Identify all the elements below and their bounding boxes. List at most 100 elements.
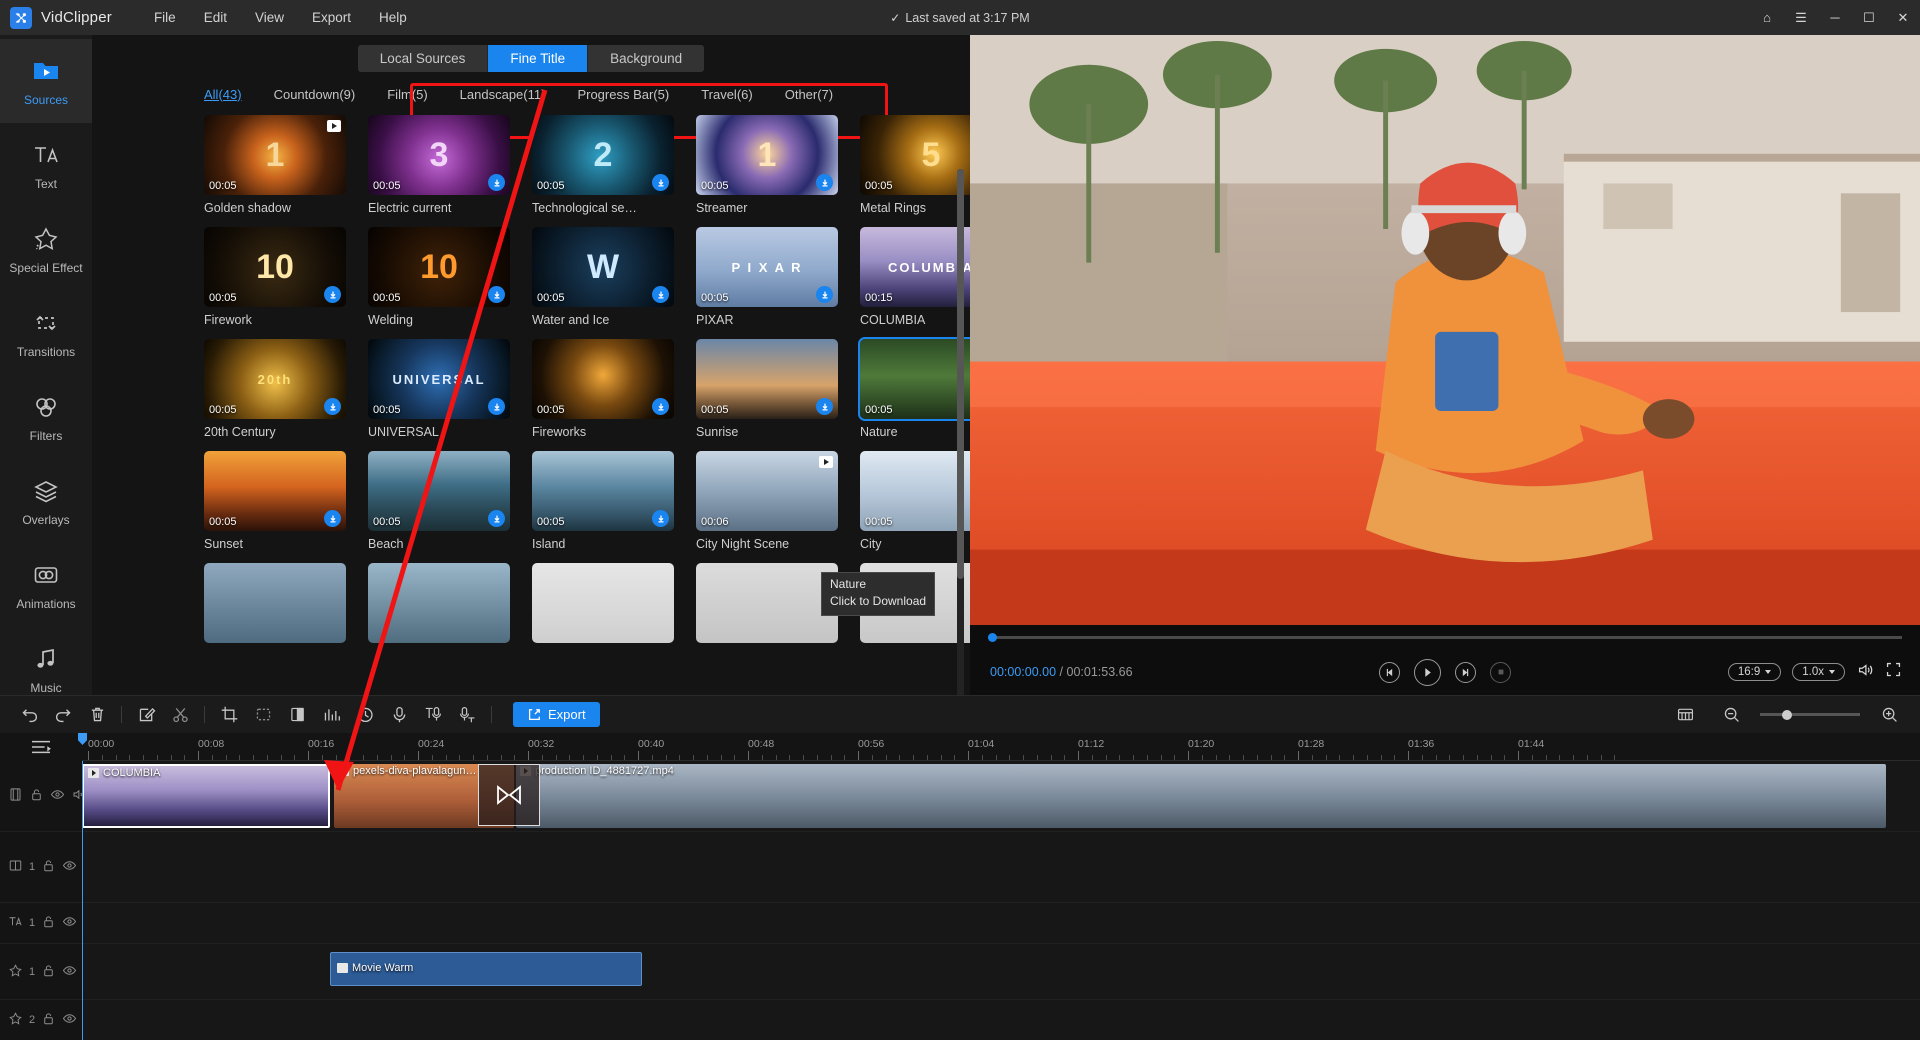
template-card[interactable]: 00:05 Sunset [204, 451, 346, 551]
track-lane[interactable]: Movie Warm [82, 944, 1920, 999]
unlock-icon[interactable] [41, 858, 56, 876]
download-icon[interactable] [652, 174, 669, 191]
hamburger-menu-icon[interactable]: ☰ [1784, 0, 1818, 35]
step-backward-icon[interactable] [1379, 661, 1400, 683]
template-thumbnail[interactable]: 5 00:05 [860, 115, 970, 195]
track-lane[interactable] [82, 832, 1920, 902]
category-landscape[interactable]: Landscape(11) [460, 87, 546, 102]
menu-view[interactable]: View [241, 6, 298, 29]
edit-button[interactable] [129, 700, 163, 730]
preview-play-badge-icon[interactable] [819, 456, 833, 468]
category-countdown[interactable]: Countdown(9) [274, 87, 356, 102]
mask-button[interactable] [246, 700, 280, 730]
undo-button[interactable] [12, 700, 46, 730]
template-thumbnail[interactable]: 00:05 [858, 337, 970, 421]
category-travel[interactable]: Travel(6) [701, 87, 753, 102]
template-card[interactable]: 00:06 City Night Scene [696, 451, 838, 551]
template-thumbnail[interactable]: W 00:05 [532, 227, 674, 307]
speech-to-text-button[interactable] [450, 700, 484, 730]
menu-export[interactable]: Export [298, 6, 365, 29]
zoom-in-button[interactable] [1872, 700, 1906, 730]
timeline-clip[interactable]: Movie Warm [330, 952, 642, 986]
play-button[interactable] [1414, 658, 1441, 686]
template-thumbnail[interactable]: COLUMBIA 00:15 [860, 227, 970, 307]
maximize-icon[interactable]: ☐ [1852, 0, 1886, 35]
template-card[interactable]: 00:05 Nature [858, 337, 970, 439]
template-card[interactable]: 00:05 Fireworks [532, 339, 674, 439]
track-lane[interactable] [82, 903, 1920, 943]
unlock-icon[interactable] [29, 787, 44, 805]
template-card[interactable]: 20th 00:05 20th Century [204, 339, 346, 439]
split-button[interactable] [163, 700, 197, 730]
template-thumbnail[interactable]: 20th 00:05 [204, 339, 346, 419]
template-card[interactable]: 10 00:05 Welding [368, 227, 510, 327]
menu-file[interactable]: File [140, 6, 190, 29]
template-thumbnail[interactable]: UNIVERSAL 00:05 [368, 339, 510, 419]
template-card[interactable]: 00:05 Beach [368, 451, 510, 551]
download-icon[interactable] [652, 398, 669, 415]
tab-background[interactable]: Background [587, 44, 705, 72]
transition-bowtie-icon[interactable] [478, 764, 540, 826]
template-thumbnail[interactable]: 1 00:05 [204, 115, 346, 195]
download-icon[interactable] [324, 510, 341, 527]
preview-seek-track[interactable] [988, 632, 1902, 642]
download-icon[interactable] [488, 398, 505, 415]
template-card[interactable] [532, 563, 674, 649]
menu-help[interactable]: Help [365, 6, 421, 29]
template-card[interactable]: UNIVERSAL 00:05 UNIVERSAL [368, 339, 510, 439]
template-thumbnail[interactable]: 00:05 [532, 451, 674, 531]
template-thumbnail[interactable]: 10 00:05 [204, 227, 346, 307]
download-icon[interactable] [652, 510, 669, 527]
download-icon[interactable] [488, 174, 505, 191]
timeline-zoom-slider[interactable] [1760, 709, 1860, 720]
timeline-clip[interactable]: COLUMBIA [82, 764, 330, 828]
category-all[interactable]: All(43) [204, 87, 242, 102]
sidebar-item-animations[interactable]: Animations [0, 543, 92, 627]
unlock-icon[interactable] [41, 914, 56, 932]
template-card[interactable]: 1 00:05 Streamer [696, 115, 838, 215]
playback-speed-selector[interactable]: 1.0x [1792, 663, 1845, 681]
unlock-icon[interactable] [41, 963, 56, 981]
duration-button[interactable] [348, 700, 382, 730]
fullscreen-icon[interactable] [1885, 661, 1902, 683]
preview-seek-bar[interactable] [970, 625, 1920, 649]
eye-icon[interactable] [62, 963, 77, 981]
eye-icon[interactable] [62, 914, 77, 932]
sidebar-item-text[interactable]: Text [0, 123, 92, 207]
category-other[interactable]: Other(7) [785, 87, 833, 102]
eye-icon[interactable] [50, 787, 65, 805]
template-thumbnail[interactable]: 1 00:05 [696, 115, 838, 195]
chroma-key-button[interactable] [280, 700, 314, 730]
template-card[interactable]: 00:05 Sunrise [696, 339, 838, 439]
template-card[interactable]: 5 00:05 Metal Rings [860, 115, 970, 215]
template-card[interactable] [696, 563, 838, 649]
template-card[interactable]: 3 00:05 Electric current [368, 115, 510, 215]
preview-seek-handle[interactable] [988, 632, 997, 642]
template-thumbnail[interactable] [532, 563, 674, 643]
template-thumbnail[interactable]: 2 00:05 [532, 115, 674, 195]
tab-fine-title[interactable]: Fine Title [487, 44, 588, 72]
template-thumbnail[interactable]: 00:05 [860, 451, 970, 531]
timeline-zoom-handle[interactable] [1782, 709, 1792, 720]
delete-button[interactable] [80, 700, 114, 730]
stop-button[interactable] [1490, 661, 1511, 683]
download-icon[interactable] [324, 398, 341, 415]
template-thumbnail[interactable]: 00:05 [696, 339, 838, 419]
template-thumbnail[interactable]: P I X A R 00:05 [696, 227, 838, 307]
text-to-speech-button[interactable] [416, 700, 450, 730]
playhead[interactable] [78, 733, 87, 1040]
template-card[interactable]: COLUMBIA 00:15 COLUMBIA [860, 227, 970, 327]
download-icon[interactable] [488, 510, 505, 527]
template-card[interactable]: 00:05 Island [532, 451, 674, 551]
preview-play-badge-icon[interactable] [327, 120, 341, 132]
template-thumbnail[interactable]: 10 00:05 [368, 227, 510, 307]
unlock-icon[interactable] [41, 1011, 56, 1029]
template-card[interactable]: 1 00:05 Golden shadow [204, 115, 346, 215]
fit-timeline-button[interactable] [1668, 700, 1702, 730]
template-card[interactable]: 2 00:05 Technological se… [532, 115, 674, 215]
redo-button[interactable] [46, 700, 80, 730]
template-thumbnail[interactable]: 00:06 [696, 451, 838, 531]
template-thumbnail[interactable]: 00:05 [368, 451, 510, 531]
crop-button[interactable] [212, 700, 246, 730]
template-thumbnail[interactable] [368, 563, 510, 643]
